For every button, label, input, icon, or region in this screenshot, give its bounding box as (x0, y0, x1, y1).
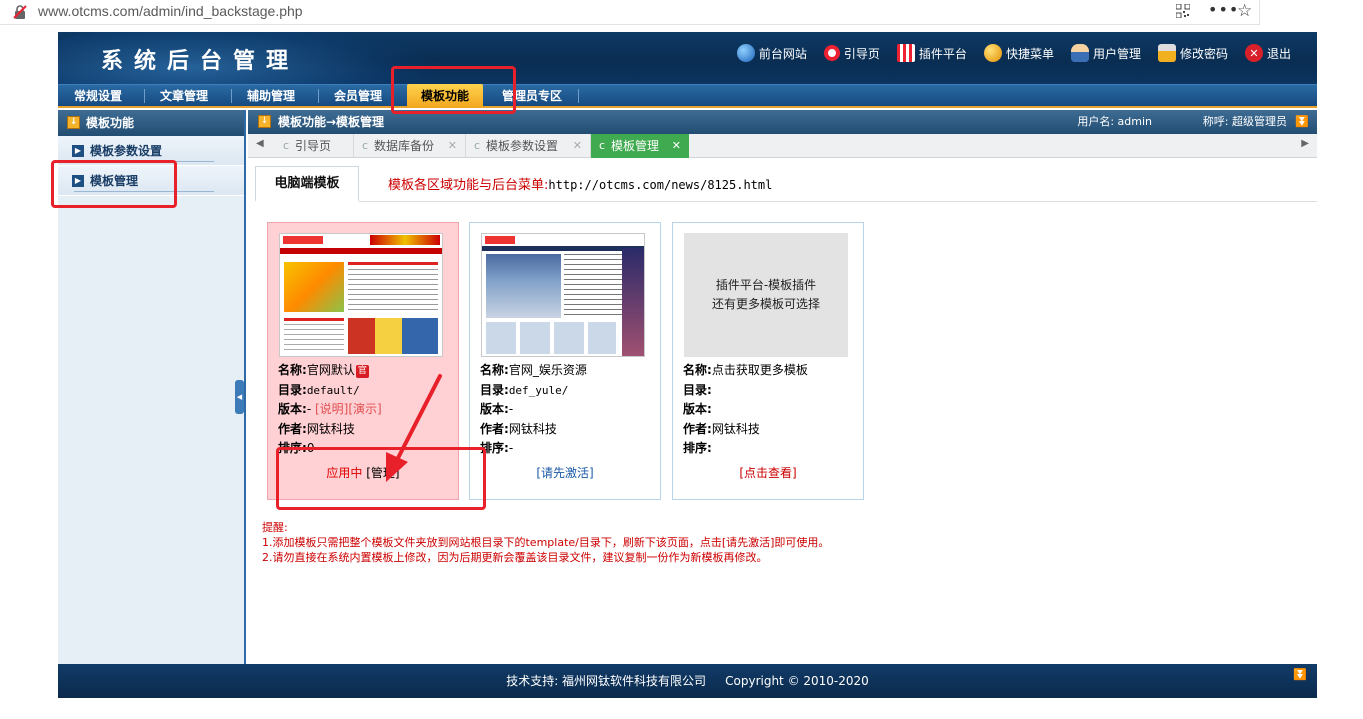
username-label: 用户名: admin (1077, 115, 1152, 128)
footer-copyright: Copyright © 2010-2020 (725, 674, 869, 688)
tab-scroll-left-icon[interactable]: ◀ (256, 138, 264, 149)
app-title: 系统后台管理 (101, 49, 300, 74)
template-meta-more: 名称:点击获取更多模板 目录: 版本: 作者:网钛科技 排序: (683, 363, 808, 455)
close-tab-icon[interactable]: ✕ (448, 134, 457, 158)
guide-page-link[interactable]: 引导页 (823, 44, 880, 62)
status-in-use: 应用中 (326, 466, 363, 480)
play-arrow-icon: ▶ (72, 145, 84, 157)
globe-icon (736, 44, 755, 62)
template-preview-default[interactable] (279, 233, 443, 357)
lifebuoy-icon (823, 45, 840, 61)
reminder-line: 1.添加模板只需把整个模板文件夹放到网站根目录下的template/目录下，刷新… (262, 536, 830, 549)
official-badge: 官 (355, 365, 369, 378)
template-type-tabs: 电脑端模板 模板各区域功能与后台菜单:http://otcms.com/news… (255, 166, 1317, 202)
quick-menu-link[interactable]: 快捷菜单 (983, 44, 1054, 62)
main-nav: 常规设置 文章管理 辅助管理 会员管理 模板功能 管理员专区 (58, 84, 1317, 108)
nav-member-manage[interactable]: 会员管理 (334, 85, 382, 107)
sidebar-item-template-params[interactable]: ▶ 模板参数设置 (58, 136, 244, 166)
tab-db-backup[interactable]: c 数据库备份 ✕ (354, 134, 466, 158)
nav-general-settings[interactable]: 常规设置 (74, 85, 122, 107)
user-icon (1070, 44, 1089, 62)
insecure-lock-icon (13, 5, 27, 19)
app-footer: 技术支持: 福州网钛软件科技有限公司 Copyright © 2010-2020… (58, 664, 1317, 698)
tab-guide-page[interactable]: c 引导页 (275, 134, 354, 158)
page-tab-bar: ◀ c 引导页 c 数据库备份 ✕ c 模板参数设置 ✕ c 模板管理 ✕ ▶ (248, 134, 1317, 158)
manage-link[interactable]: [管理] (366, 466, 399, 480)
qr-code-icon[interactable] (1176, 4, 1190, 18)
sidebar-collapse-toggle[interactable]: ◀ (235, 380, 244, 414)
url-text[interactable]: www.otcms.com/admin/ind_backstage.php (38, 3, 303, 19)
template-preview-yule[interactable] (481, 233, 645, 357)
template-meta-default: 名称:官网默认官 目录:default/ 版本:- [说明][演示] 作者:网钛… (278, 363, 382, 455)
template-meta-yule: 名称:官网_娱乐资源 目录:def_yule/ 版本:- 作者:网钛科技 排序:… (480, 363, 587, 455)
breadcrumb-bar: ↓ 模板功能→模板管理 用户名: admin 称呼: 超级管理员 ⏬ (248, 110, 1317, 134)
change-password-link[interactable]: 修改密码 (1157, 44, 1228, 62)
tab-template-manage[interactable]: c 模板管理 ✕ (591, 134, 689, 158)
role-label: 称呼: 超级管理员 (1202, 115, 1287, 128)
template-action-default: 应用中 [管理] (268, 464, 458, 481)
refresh-icon: c (599, 139, 606, 152)
collapse-down-icon[interactable]: ⏬ (1293, 668, 1307, 682)
reminders: 提醒: 1.添加模板只需把整个模板文件夹放到网站根目录下的template/目录… (262, 520, 829, 565)
header-links: 前台网站 引导页 插件平台 快捷菜单 用户管理 修改密码 ✕ 退出 (720, 44, 1291, 62)
user-manage-link[interactable]: 用户管理 (1070, 44, 1141, 62)
activate-link[interactable]: [请先激活] (536, 466, 593, 480)
template-action-more: [点击查看] (673, 464, 863, 481)
tab-template-params[interactable]: c 模板参数设置 ✕ (466, 134, 591, 158)
sidebar-heading: ↓ 模板功能 (58, 110, 244, 136)
close-tab-icon[interactable]: ✕ (672, 134, 681, 158)
store-icon (896, 44, 915, 62)
template-card-default: 名称:官网默认官 目录:default/ 版本:- [说明][演示] 作者:网钛… (267, 222, 459, 500)
reminders-title: 提醒: (262, 521, 288, 534)
down-arrow-icon: ↓ (258, 115, 271, 128)
sidebar: ↓ 模板功能 ▶ 模板参数设置 ▶ 模板管理 ◀ (58, 110, 246, 665)
template-help-notice[interactable]: 模板各区域功能与后台菜单:http://otcms.com/news/8125.… (388, 174, 772, 193)
front-site-link[interactable]: 前台网站 (736, 44, 807, 62)
template-card-more: 插件平台-模板插件 还有更多模板可选择 名称:点击获取更多模板 目录: 版本: … (672, 222, 864, 500)
refresh-icon: c (362, 139, 369, 152)
bookmark-star-icon[interactable]: ☆ (1237, 1, 1252, 21)
more-actions-icon[interactable]: ••• (1208, 0, 1239, 19)
app-header: 系统后台管理 前台网站 引导页 插件平台 快捷菜单 用户管理 修改密码 ✕ 退出 (58, 32, 1317, 84)
footer-support: 技术支持: 福州网钛软件科技有限公司 (506, 674, 707, 688)
breadcrumb: 模板功能→模板管理 (278, 115, 385, 129)
refresh-icon: c (474, 139, 481, 152)
down-arrow-icon: ↓ (67, 116, 80, 129)
tab-desktop-templates[interactable]: 电脑端模板 (255, 166, 359, 202)
star-ball-icon (983, 44, 1002, 62)
template-card-yule: 名称:官网_娱乐资源 目录:def_yule/ 版本:- 作者:网钛科技 排序:… (469, 222, 661, 500)
padlock-icon (1157, 44, 1176, 62)
collapse-down-icon[interactable]: ⏬ (1295, 115, 1309, 129)
close-tab-icon[interactable]: ✕ (573, 134, 582, 158)
view-more-link[interactable]: [点击查看] (739, 466, 796, 480)
more-templates-placeholder[interactable]: 插件平台-模板插件 还有更多模板可选择 (684, 233, 848, 357)
nav-admin-zone[interactable]: 管理员专区 (502, 85, 562, 107)
nav-article-manage[interactable]: 文章管理 (160, 85, 208, 107)
template-action-yule: [请先激活] (470, 464, 660, 481)
nav-template-functions[interactable]: 模板功能 (407, 84, 484, 108)
play-arrow-icon: ▶ (72, 175, 84, 187)
nav-aux-manage[interactable]: 辅助管理 (247, 85, 295, 107)
sidebar-item-template-manage[interactable]: ▶ 模板管理 (58, 166, 244, 196)
reminder-line: 2.请勿直接在系统内置模板上修改，因为后期更新会覆盖该目录文件，建议复制一份作为… (262, 551, 768, 564)
logout-link[interactable]: ✕ 退出 (1244, 44, 1291, 62)
admin-app: 系统后台管理 前台网站 引导页 插件平台 快捷菜单 用户管理 修改密码 ✕ 退出… (58, 32, 1317, 698)
tab-scroll-right-icon[interactable]: ▶ (1301, 138, 1309, 149)
template-help-url[interactable]: http://otcms.com/news/8125.html (548, 178, 772, 192)
plugin-platform-link[interactable]: 插件平台 (896, 44, 967, 62)
refresh-icon: c (283, 139, 290, 152)
exit-icon: ✕ (1244, 44, 1263, 62)
docs-demo-links[interactable]: [说明][演示] (315, 402, 382, 416)
browser-address-bar: www.otcms.com/admin/ind_backstage.php ••… (0, 0, 1260, 25)
